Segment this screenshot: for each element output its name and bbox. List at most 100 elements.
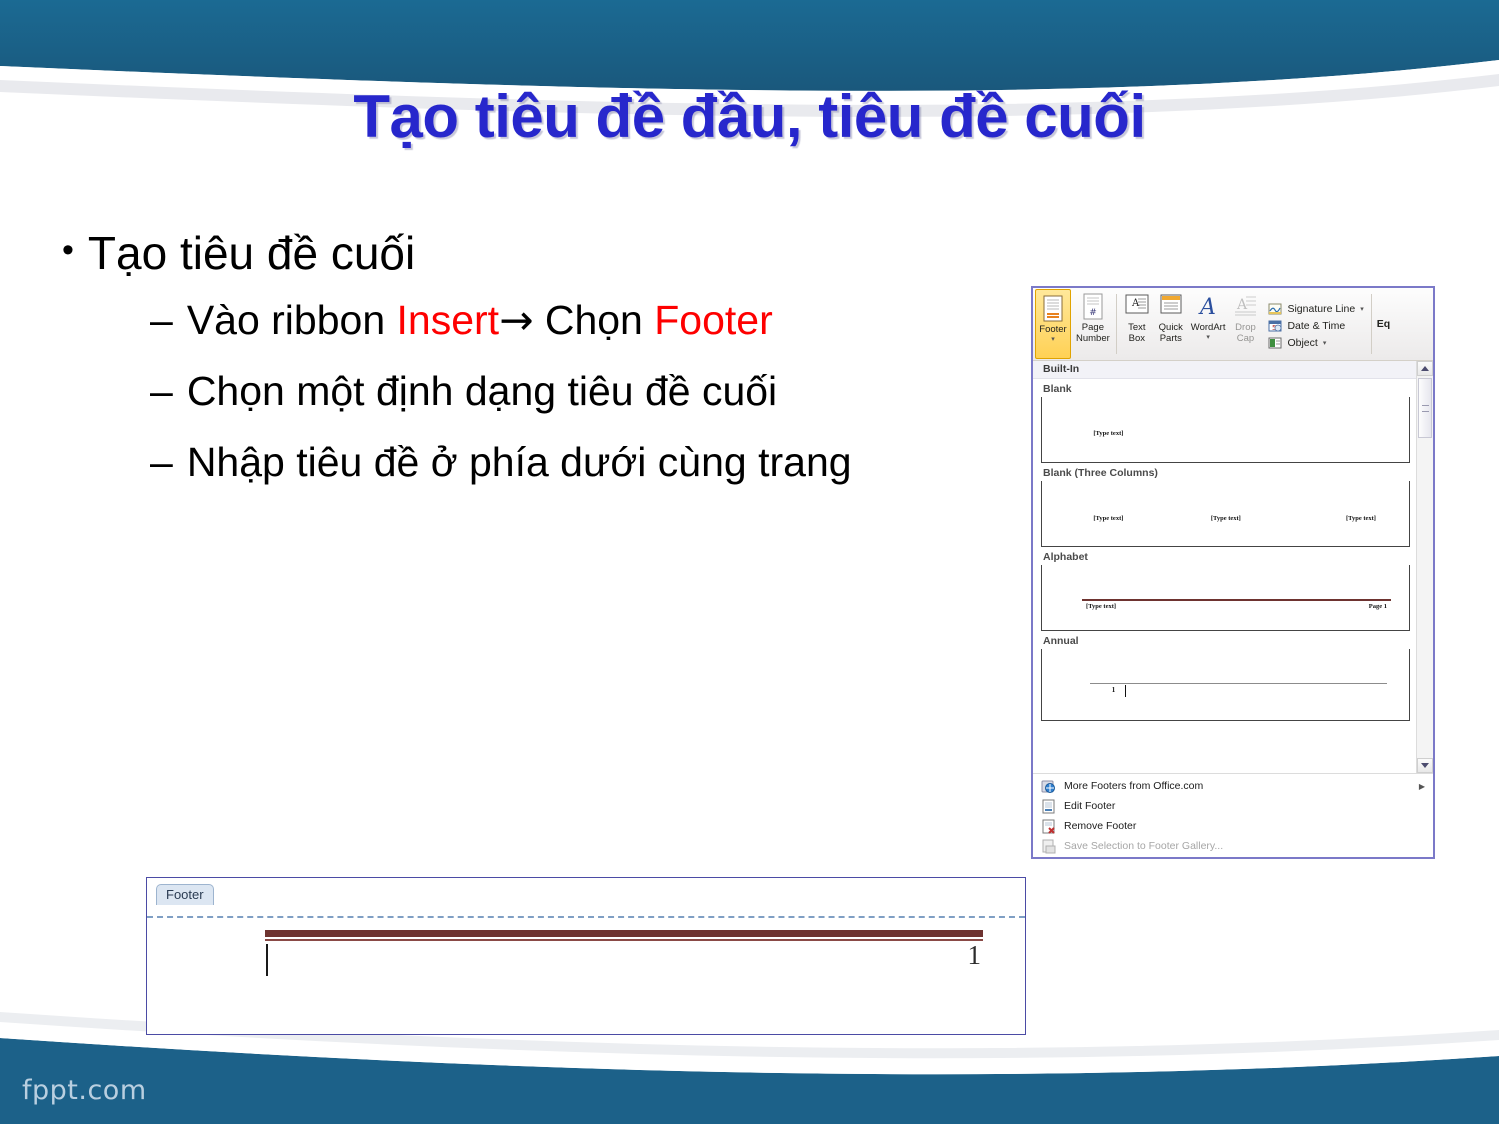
placeholder-type-text: [Type text] [1086, 602, 1117, 610]
date-time-label: Date & Time [1287, 320, 1346, 332]
page-number-button[interactable]: # Page Number [1073, 288, 1113, 360]
sub-middle: Chọn [533, 296, 655, 343]
brand-watermark: fppt.com [22, 1075, 147, 1106]
submenu-arrow-icon: ▶ [1418, 781, 1425, 791]
object-command[interactable]: Object ▾ [1268, 336, 1363, 350]
text-box-icon: A [1125, 294, 1149, 314]
outline-level1-item: • Tạo tiêu đề cuối [62, 227, 1022, 280]
text-cursor [266, 944, 268, 976]
placeholder-type-text: [Type text] [1093, 429, 1124, 437]
quick-parts-icon [1160, 294, 1182, 314]
menu-item-save-selection-to-footer-gallery: Save Selection to Footer Gallery... [1033, 836, 1433, 856]
outline-level2-text-1: Vào ribbon Insert→ Chọn Footer [187, 296, 773, 345]
text-cursor [1124, 684, 1126, 697]
keyword-insert: Insert [396, 296, 500, 343]
gallery-scroll-area: Built-In Blank [Type text] Blank (Three … [1033, 361, 1416, 773]
outline-level2-item-2: – Chọn một định dạng tiêu đề cuối [150, 367, 1022, 416]
drop-cap-button: A Drop Cap [1228, 288, 1262, 360]
outline-level2-text-2: Chọn một định dạng tiêu đề cuối [186, 367, 778, 414]
footer-boundary-dashed-line [147, 916, 1025, 918]
menu-item-more-footers[interactable]: More Footers from Office.com ▶ [1033, 776, 1433, 796]
gallery-item-label-blank: Blank [1043, 383, 1072, 395]
save-gallery-icon [1042, 839, 1056, 853]
footer-button[interactable]: Footer ▾ [1035, 289, 1071, 359]
menu-item-edit-footer-label: Edit Footer [1064, 800, 1116, 812]
outline-level2-item-3: – Nhập tiêu đề ở phía dưới cùng trang [150, 438, 1022, 487]
gallery-item-annual[interactable]: 1 [1041, 649, 1410, 721]
footer-rule-thin [265, 939, 983, 941]
placeholder-type-text-right: [Type text] [1345, 514, 1376, 522]
placeholder-type-text-center: [Type text] [1210, 514, 1241, 522]
placeholder-type-text-left: [Type text] [1093, 514, 1124, 522]
text-box-label-2: Box [1128, 332, 1145, 344]
svg-text:A: A [1131, 298, 1140, 309]
gallery-section-header: Built-In [1033, 361, 1416, 379]
wordart-icon: A [1198, 295, 1216, 320]
edit-footer-icon [1042, 799, 1055, 813]
menu-item-remove-footer[interactable]: Remove Footer [1033, 816, 1433, 836]
scroll-down-button[interactable] [1417, 758, 1433, 773]
chevron-down-icon[interactable]: ▾ [1206, 334, 1210, 342]
chevron-down-icon[interactable]: ▾ [1323, 339, 1327, 347]
svg-text:#: # [1089, 308, 1097, 318]
gallery-item-label-annual: Annual [1043, 635, 1079, 647]
footer-gallery-dropdown: Built-In Blank [Type text] Blank (Three … [1033, 361, 1433, 857]
dash-glyph: – [150, 438, 173, 485]
date-time-command[interactable]: 5 Date & Time [1268, 319, 1363, 333]
bullet-glyph: • [62, 231, 74, 269]
ribbon-divider [1370, 294, 1372, 354]
quick-parts-label-2: Parts [1159, 332, 1182, 344]
gallery-item-alphabet[interactable]: [Type text] Page 1 [1041, 565, 1410, 631]
dash-glyph: – [150, 367, 173, 414]
gallery-item-label-blank-three-columns: Blank (Three Columns) [1043, 467, 1158, 479]
outline-level1-text: Tạo tiêu đề cuối [87, 227, 416, 279]
word-footer-gallery-screenshot: Footer ▾ # Page Number A Text Box Quick … [1031, 286, 1435, 859]
svg-text:A: A [1198, 295, 1216, 320]
drop-cap-icon: A [1235, 296, 1257, 316]
signature-line-command[interactable]: Signature Line ▾ [1268, 302, 1364, 316]
menu-item-edit-footer[interactable]: Edit Footer [1033, 796, 1433, 816]
outline-level2-item-1: – Vào ribbon Insert→ Chọn Footer [150, 296, 1022, 345]
ribbon-small-commands: Signature Line ▾ 5 Date & Time Object ▾ [1262, 288, 1367, 360]
dash-glyph: – [150, 296, 173, 343]
object-icon [1268, 337, 1282, 349]
gallery-item-blank-three-columns[interactable]: [Type text] [Type text] [Type text] [1041, 481, 1410, 547]
quick-parts-button[interactable]: Quick Parts [1154, 288, 1188, 360]
office-online-icon [1041, 780, 1055, 793]
sub-prefix: Vào ribbon [186, 296, 397, 343]
date-time-icon: 5 [1268, 320, 1282, 332]
menu-item-save-selection-label: Save Selection to Footer Gallery... [1064, 840, 1224, 852]
menu-item-more-footers-label: More Footers from Office.com [1064, 780, 1204, 792]
wordart-button[interactable]: A WordArt ▾ [1188, 288, 1229, 360]
gallery-scrollbar[interactable] [1416, 361, 1433, 773]
scroll-up-button[interactable] [1417, 361, 1433, 376]
signature-line-label: Signature Line [1287, 303, 1356, 315]
footer-button-label: Footer [1039, 324, 1067, 335]
keyword-footer: Footer [654, 296, 773, 343]
ribbon-divider [1115, 294, 1117, 354]
arrow-glyph: → [499, 295, 534, 344]
chevron-down-icon[interactable]: ▾ [1360, 305, 1364, 313]
menu-item-remove-footer-label: Remove Footer [1064, 820, 1137, 832]
signature-line-icon [1268, 303, 1282, 315]
footer-rule-thick [265, 930, 983, 937]
alphabet-page-label: Page 1 [1368, 602, 1387, 610]
drop-cap-label-2: Cap [1236, 332, 1255, 344]
alphabet-rule [1082, 599, 1391, 601]
word-footer-editing-screenshot: Footer 1 [146, 877, 1026, 1035]
gallery-item-blank[interactable]: [Type text] [1041, 397, 1410, 463]
outline-body: • Tạo tiêu đề cuối – Vào ribbon Insert→ … [62, 227, 1022, 509]
scrollbar-thumb[interactable] [1418, 378, 1432, 438]
word-ribbon-insert-group: Footer ▾ # Page Number A Text Box Quick … [1033, 288, 1433, 361]
object-label: Object [1287, 337, 1318, 349]
slide: fppt.com Tạo tiêu đề đầu, tiêu đề cuối •… [0, 0, 1499, 1124]
page-number-label-2: Number [1076, 332, 1110, 344]
chevron-down-icon[interactable]: ▾ [1051, 336, 1055, 344]
remove-footer-icon [1042, 819, 1055, 834]
footer-area-tab-label: Footer [156, 884, 214, 905]
annual-page-number: 1 [1111, 685, 1116, 694]
footer-gallery-menu: More Footers from Office.com ▶ Edit Foot… [1033, 773, 1433, 857]
text-box-button[interactable]: A Text Box [1120, 288, 1154, 360]
equation-group-partial[interactable]: Eq [1375, 288, 1392, 360]
outline-level2-text-3: Nhập tiêu đề ở phía dưới cùng trang [186, 438, 852, 485]
